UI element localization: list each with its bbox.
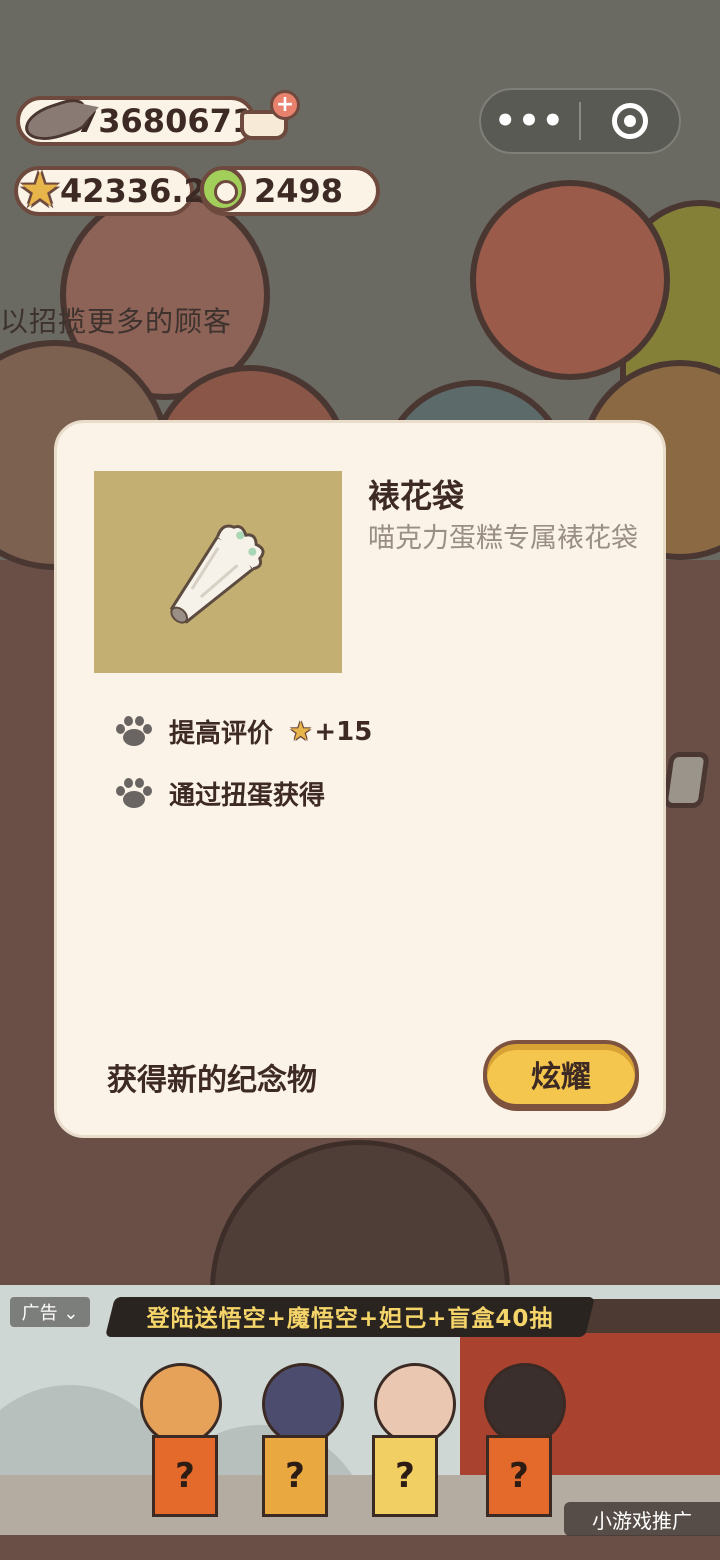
show-off-button[interactable]: 炫耀: [483, 1040, 639, 1108]
wukong-character: [140, 1363, 222, 1445]
effect-label: 通过扭蛋获得: [169, 781, 326, 811]
ad-label-dropdown[interactable]: 广告 ⌄: [10, 1297, 90, 1327]
piping-bag-icon: [169, 524, 265, 624]
fish-currency: 73680671: [16, 94, 256, 148]
item-title: 裱花袋: [368, 477, 465, 515]
star-count: 42336.2: [60, 172, 206, 210]
target-close-icon: [611, 103, 648, 139]
decor-bubble: [470, 180, 670, 380]
star-currency: ★ 42336.2: [14, 162, 206, 218]
ad-headline: 登陆送悟空+魔悟空+妲己+盲盒40抽: [146, 1306, 554, 1332]
close-miniprogram-button[interactable]: [581, 90, 679, 152]
ring-count: 2498: [254, 172, 344, 210]
plus-icon: +: [270, 90, 300, 120]
shop-cart-button[interactable]: +: [236, 90, 300, 150]
ring-icon: [200, 166, 246, 212]
ad-banner[interactable]: 登陆送悟空+魔悟空+妲己+盲盒40抽 广告 ⌄ ? ? ? ?: [0, 1285, 720, 1535]
star-icon: ★: [289, 716, 313, 747]
minigame-promo-label[interactable]: 小游戏推广: [564, 1502, 720, 1536]
background-tip-text: 以招揽更多的顾客: [0, 305, 233, 338]
item-thumbnail: [94, 471, 342, 673]
paw-icon: [115, 777, 152, 810]
daji-character: [374, 1363, 456, 1445]
effect-label: 提高评价: [169, 719, 274, 749]
blind-box: ?: [152, 1435, 218, 1517]
item-description: 喵克力蛋糕专属裱花袋: [368, 523, 638, 554]
blind-box: ?: [372, 1435, 438, 1517]
blind-box: ?: [486, 1435, 552, 1517]
miniprogram-capsule: •••: [479, 88, 681, 154]
demon-wukong-character: [262, 1363, 344, 1445]
new-souvenir-label: 获得新的纪念物: [107, 1063, 317, 1098]
rating-bonus: +15: [314, 716, 373, 747]
effect-source: 通过扭蛋获得: [115, 775, 325, 812]
more-dots-icon: •••: [494, 101, 566, 141]
side-arrow-button[interactable]: [662, 752, 710, 808]
star-icon: ★: [18, 162, 62, 218]
fish-count: 73680671: [76, 102, 255, 140]
blind-box: ?: [262, 1435, 328, 1517]
more-options-button[interactable]: •••: [481, 90, 579, 152]
mystery-character: [484, 1363, 566, 1445]
ring-currency: 2498: [200, 166, 380, 216]
effect-rating: 提高评价 ★ +15: [115, 713, 372, 750]
paw-icon: [115, 715, 152, 748]
souvenir-dialog: 裱花袋 喵克力蛋糕专属裱花袋 提高评价 ★ +15 通过扭蛋获得 获得新的纪念物…: [54, 420, 666, 1138]
